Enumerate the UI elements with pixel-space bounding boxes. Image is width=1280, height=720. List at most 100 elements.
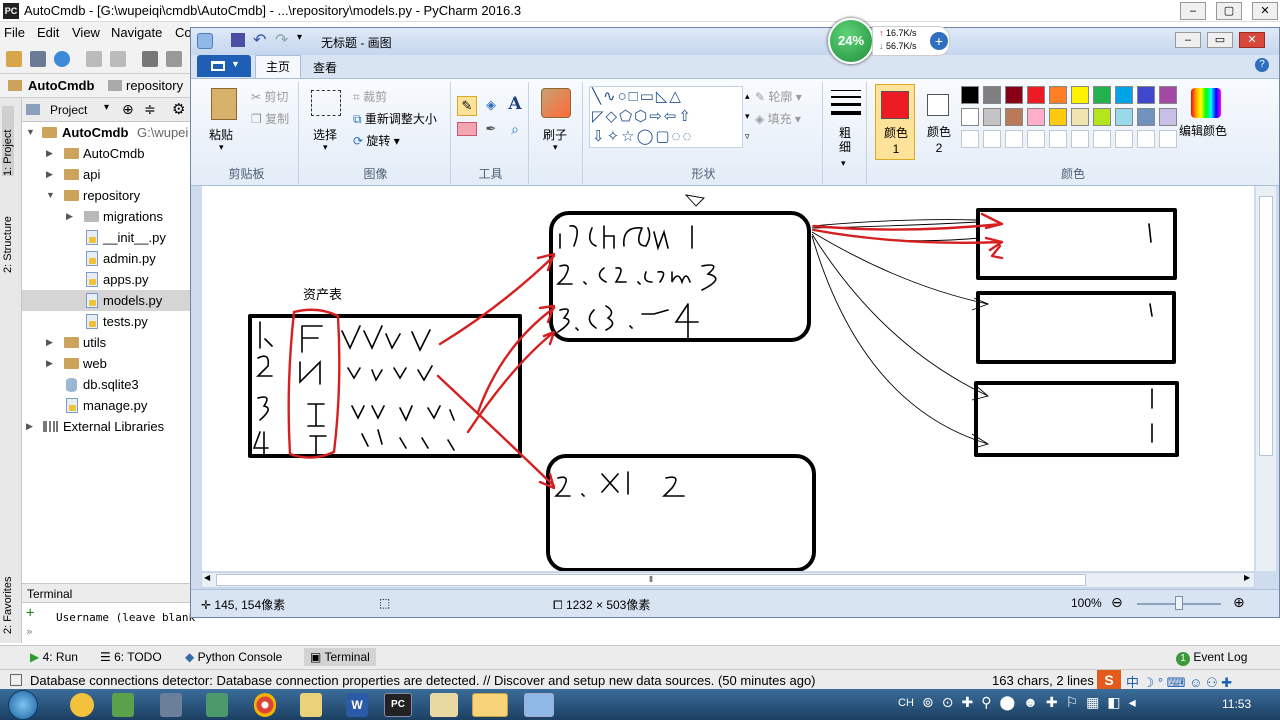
taskbar-active-app-icon[interactable] (472, 693, 508, 717)
palette-color-swatch[interactable] (1049, 86, 1067, 104)
chevron-down-icon[interactable]: ▾ (219, 142, 224, 153)
menu-edit[interactable]: Edit (37, 25, 59, 40)
save-icon[interactable] (231, 33, 245, 47)
tree-item-web[interactable]: ▶ web (22, 353, 190, 374)
tab-project[interactable]: 1: Project (2, 106, 14, 176)
custom-color-slot[interactable] (961, 130, 979, 148)
tree-item-migrations[interactable]: ▶ migrations (22, 206, 190, 227)
sogou-ime-icon[interactable]: S (1097, 670, 1121, 690)
palette-color-swatch[interactable] (1027, 86, 1045, 104)
start-button[interactable] (8, 690, 38, 720)
tree-item-api[interactable]: ▶ api (22, 164, 190, 185)
scroll-right-icon[interactable]: ▶ (1244, 573, 1250, 582)
rainbow-icon[interactable] (1191, 88, 1221, 118)
palette-color-swatch[interactable] (1159, 108, 1177, 126)
event-log-button[interactable]: 1 Event Log (1176, 650, 1247, 666)
custom-color-slot[interactable] (1027, 130, 1045, 148)
cut-button[interactable]: ✂ 剪切 (251, 88, 288, 105)
color2-button[interactable]: 颜色 2 (919, 84, 959, 160)
pencil-icon[interactable]: ✎ (457, 96, 477, 116)
shapes-scroll-icon[interactable]: ▴ ▾ ▿ (745, 86, 750, 146)
tree-item-init[interactable]: __init__.py (22, 227, 190, 248)
paint-taskbar-icon[interactable] (524, 693, 554, 717)
tab-structure[interactable]: 2: Structure (2, 193, 14, 273)
chevron-down-icon[interactable]: ▾ (104, 102, 109, 113)
palette-color-swatch[interactable] (983, 86, 1001, 104)
brush-icon[interactable] (541, 88, 571, 118)
tab-python-console[interactable]: ◆ Python Console (185, 650, 282, 664)
chevron-down-icon[interactable]: ▾ (841, 158, 846, 169)
tree-item-external-libraries[interactable]: ▶ External Libraries (22, 416, 190, 437)
vertical-scroll-thumb[interactable] (1259, 196, 1273, 456)
outline-button[interactable]: ✎ 轮廓 ▾ (755, 88, 802, 105)
paint-maximize-button[interactable]: ▭ (1207, 32, 1233, 48)
paint-app-icon[interactable] (197, 33, 213, 49)
tree-item-apps[interactable]: apps.py (22, 269, 190, 290)
color-picker-icon[interactable]: ✒ (481, 120, 501, 140)
tree-item-autocmdb[interactable]: ▶ AutoCmdb (22, 143, 190, 164)
chevron-down-icon[interactable]: ▾ (323, 142, 328, 153)
custom-color-slot[interactable] (1159, 130, 1177, 148)
quick-access-dropdown-icon[interactable]: ▾ (297, 32, 302, 43)
shapes-gallery[interactable]: ╲∿○□▭◺△ ◸◇⬠⬡⇨⇦⇧ ⇩✧☆◯▢◌◌ (589, 86, 743, 148)
menu-file[interactable]: File (4, 25, 25, 40)
tab-terminal[interactable]: ▣ Terminal (304, 648, 376, 666)
target-icon[interactable]: ⊕ (122, 101, 134, 118)
undo-icon[interactable] (86, 51, 102, 67)
file-menu-button[interactable]: ▼ (197, 55, 251, 77)
size-button[interactable]: 粗细 (839, 126, 853, 154)
paint-minimize-button[interactable]: – (1175, 32, 1201, 48)
palette-color-swatch[interactable] (1159, 86, 1177, 104)
palette-color-swatch[interactable] (1115, 108, 1133, 126)
tree-item-autocmdb-root[interactable]: ▼ AutoCmdb G:\wupei (22, 122, 190, 143)
network-speed-widget[interactable]: 24% ↑ 16.7K/s ↓ 56.7K/s + (828, 18, 952, 64)
palette-color-swatch[interactable] (1115, 86, 1133, 104)
custom-color-slot[interactable] (1093, 130, 1111, 148)
tab-todo[interactable]: ☰ 6: TODO (100, 650, 162, 664)
undo-icon[interactable]: ↶ (253, 30, 266, 50)
custom-color-slot[interactable] (1005, 130, 1023, 148)
palette-color-swatch[interactable] (961, 108, 979, 126)
maximize-button[interactable]: ▢ (1216, 2, 1242, 20)
custom-color-slot[interactable] (1137, 130, 1155, 148)
tab-run[interactable]: ▶ 4: Run (30, 650, 78, 664)
language-indicator[interactable]: CH (898, 697, 914, 709)
palette-color-swatch[interactable] (1071, 86, 1089, 104)
eraser-icon[interactable] (457, 122, 477, 136)
menu-view[interactable]: View (72, 25, 100, 40)
chevron-right-icon[interactable]: » (26, 625, 33, 638)
save-all-icon[interactable] (30, 51, 46, 67)
palette-color-swatch[interactable] (1071, 108, 1089, 126)
vertical-scrollbar[interactable] (1256, 186, 1276, 571)
color1-button[interactable]: 颜色 1 (875, 84, 915, 160)
explorer-icon[interactable] (430, 693, 458, 717)
palette-color-swatch[interactable] (1093, 86, 1111, 104)
cpu-usage-badge[interactable]: 24% (828, 18, 874, 64)
word-icon[interactable]: W (346, 693, 368, 717)
zoom-out-button[interactable]: ⊖ (1111, 594, 1123, 611)
drawing-canvas[interactable]: 资产表 (202, 186, 1254, 571)
minimize-button[interactable]: – (1180, 2, 1206, 20)
chevron-down-icon[interactable]: ▾ (553, 142, 558, 153)
breadcrumb-repository[interactable]: repository (126, 78, 183, 93)
edit-colors-button[interactable]: 编辑颜色 (1179, 122, 1227, 139)
plus-icon[interactable]: + (26, 605, 34, 621)
notepad-icon[interactable] (300, 693, 322, 717)
taskbar-app-icon[interactable] (160, 693, 182, 717)
sync-icon[interactable] (54, 51, 70, 67)
horizontal-scrollbar[interactable]: ◀ ⦀ ▶ (201, 572, 1255, 588)
tab-favorites[interactable]: 2: Favorites (2, 554, 14, 634)
custom-color-slot[interactable] (983, 130, 1001, 148)
resize-button[interactable]: ⧉ 重新调整大小 (353, 110, 437, 127)
brush-button[interactable]: 刷子 (543, 126, 567, 143)
taskbar-app-icon[interactable] (70, 693, 94, 717)
clock[interactable]: 11:53 (1222, 697, 1251, 711)
palette-color-swatch[interactable] (1005, 108, 1023, 126)
tab-home[interactable]: 主页 (255, 55, 301, 78)
breadcrumb-root[interactable]: AutoCmdb (28, 78, 94, 93)
select-icon[interactable] (311, 90, 341, 116)
open-folder-icon[interactable] (6, 51, 22, 67)
terminal-panel[interactable]: + » Username (leave blank (22, 603, 195, 643)
cut-icon[interactable] (142, 51, 158, 67)
custom-color-slot[interactable] (1115, 130, 1133, 148)
